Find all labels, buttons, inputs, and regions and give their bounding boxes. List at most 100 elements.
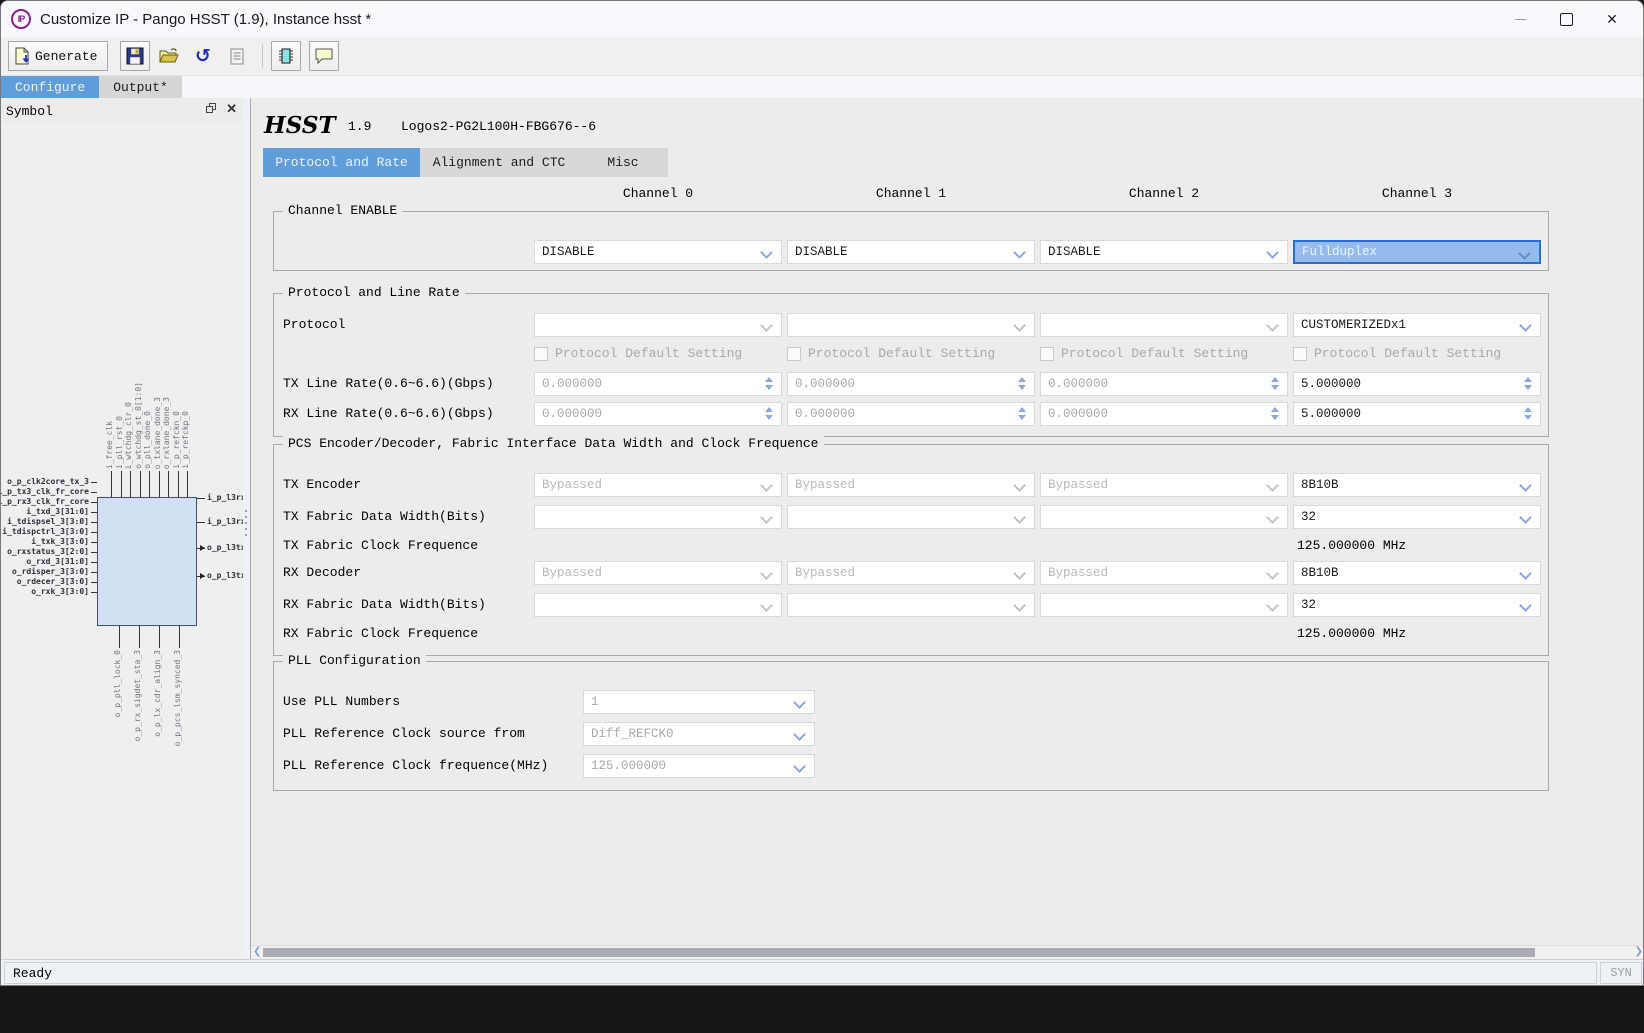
spinner-arrows-icon[interactable] [1018,407,1026,420]
tab-configure[interactable]: Configure [1,76,99,99]
pin-label: o_p_rx_sigdet_sta_3 [133,650,142,742]
spinner-arrows-icon[interactable] [1524,377,1532,390]
pll-numbers-select[interactable]: 1 [583,690,815,714]
group-title: Protocol and Line Rate [283,285,465,300]
checkbox-box [1293,347,1307,361]
rx-width-select-ch2[interactable] [1040,593,1288,617]
pin-stem [130,471,131,497]
scroll-right-icon[interactable]: ❯ [1635,946,1643,957]
checkbox-label: Protocol Default Setting [1314,346,1501,361]
rx-width-select-ch0[interactable] [534,593,782,617]
value: 0.000000 [1048,407,1108,421]
pin-stem [179,626,180,648]
rx-width-select-ch1[interactable] [787,593,1035,617]
chevron-down-icon [1266,599,1279,612]
chevron-down-icon [1013,319,1026,332]
chevron-down-icon [760,479,773,492]
float-panel-icon[interactable] [206,103,218,115]
pin-stem [149,471,150,497]
chevron-down-icon [793,728,806,741]
maximize-button[interactable] [1543,1,1589,37]
channel1-header: Channel 1 [787,186,1035,201]
spinner-arrows-icon[interactable] [1524,407,1532,420]
tx-encoder-select-ch2[interactable]: Bypassed [1040,473,1288,497]
rx-decoder-select-ch2[interactable]: Bypassed [1040,561,1288,585]
pin-label: i_p_l3rxn [207,493,243,502]
scrollbar-thumb[interactable] [263,948,1535,957]
pll-source-select[interactable]: Diff_REFCK0 [583,722,815,746]
rx-width-select-ch3[interactable]: 32 [1293,593,1541,617]
spinner-arrows-icon[interactable] [1271,377,1279,390]
spinner-arrows-icon[interactable] [765,407,773,420]
tx-width-select-ch1[interactable] [787,505,1035,529]
rx-decoder-select-ch1[interactable]: Bypassed [787,561,1035,585]
comment-button[interactable] [309,41,339,71]
value: 5.000000 [1301,407,1361,421]
tx-line-rate-spin-ch1[interactable]: 0.000000 [787,372,1035,396]
chevron-down-icon [760,599,773,612]
tx-line-rate-label: TX Line Rate(0.6~6.6)(Gbps) [283,376,494,391]
tx-encoder-select-ch0[interactable]: Bypassed [534,473,782,497]
rx-line-rate-spin-ch1[interactable]: 0.000000 [787,402,1035,426]
pin-stem [91,552,97,553]
symbol-view-button[interactable] [271,41,301,71]
rx-line-rate-spin-ch2[interactable]: 0.000000 [1040,402,1288,426]
chevron-down-icon [760,567,773,580]
protocol-select-ch3[interactable]: CUSTOMERIZEDx1 [1293,313,1541,337]
tx-encoder-select-ch1[interactable]: Bypassed [787,473,1035,497]
tx-line-rate-spin-ch2[interactable]: 0.000000 [1040,372,1288,396]
tx-width-select-ch2[interactable] [1040,505,1288,529]
protocol-select-ch2[interactable] [1040,313,1288,337]
ip-name: HSST [264,112,336,139]
spinner-arrows-icon[interactable] [1271,407,1279,420]
tx-width-select-ch0[interactable] [534,505,782,529]
protocol-default-checkbox-ch2[interactable]: Protocol Default Setting [1040,346,1248,361]
pin-stem [159,626,160,648]
value: 1 [591,695,599,709]
close-panel-icon[interactable]: ✕ [226,103,237,115]
pin-label: o_rdisper_3[3:0] [12,567,89,576]
tx-line-rate-spin-ch0[interactable]: 0.000000 [534,372,782,396]
scroll-left-icon[interactable]: ❮ [253,946,261,957]
channel-enable-select-ch2[interactable]: DISABLE [1040,240,1288,264]
minimize-button[interactable] [1497,1,1543,37]
tx-width-select-ch3[interactable]: 32 [1293,505,1541,529]
pll-frequence-select[interactable]: 125.000000 [583,754,815,778]
generate-button[interactable]: Generate [8,41,108,71]
spinner-arrows-icon[interactable] [1018,377,1026,390]
report-button[interactable] [222,41,252,71]
rx-line-rate-spin-ch3[interactable]: 5.000000 [1293,402,1541,426]
spinner-arrows-icon[interactable] [765,377,773,390]
protocol-select-ch0[interactable] [534,313,782,337]
tx-encoder-select-ch3[interactable]: 8B10B [1293,473,1541,497]
tab-alignment-and-ctc[interactable]: Alignment and CTC [420,148,578,177]
channel2-header: Channel 2 [1040,186,1288,201]
tab-protocol-and-rate[interactable]: Protocol and Rate [263,148,420,177]
chevron-down-icon [1519,511,1532,524]
tab-output[interactable]: Output* [99,76,182,99]
channel-enable-select-ch0[interactable]: DISABLE [534,240,782,264]
value: 0.000000 [1048,377,1108,391]
close-button[interactable]: ✕ [1589,1,1635,37]
tab-misc[interactable]: Misc [578,148,668,177]
save-button[interactable] [120,41,150,71]
horizontal-scrollbar[interactable]: ❮ ❯ [251,945,1643,958]
channel-enable-select-ch1[interactable]: DISABLE [787,240,1035,264]
rx-decoder-select-ch3[interactable]: 8B10B [1293,561,1541,585]
channel-enable-select-ch3[interactable]: Fullduplex [1293,240,1541,264]
symbol-panel-header: Symbol ✕ [1,98,243,124]
protocol-default-checkbox-ch3[interactable]: Protocol Default Setting [1293,346,1501,361]
pin-arrow-icon [200,545,205,551]
rx-line-rate-spin-ch0[interactable]: 0.000000 [534,402,782,426]
protocol-select-ch1[interactable] [787,313,1035,337]
protocol-default-checkbox-ch1[interactable]: Protocol Default Setting [787,346,995,361]
pin-label: i_txd_3[31:0] [26,507,89,516]
tx-line-rate-spin-ch3[interactable]: 5.000000 [1293,372,1541,396]
ip-block [97,497,197,626]
open-button[interactable] [154,41,184,71]
undo-button[interactable]: ↻ [188,41,218,71]
undo-icon: ↻ [195,45,211,67]
panel-splitter[interactable] [243,98,250,959]
protocol-default-checkbox-ch0[interactable]: Protocol Default Setting [534,346,742,361]
rx-decoder-select-ch0[interactable]: Bypassed [534,561,782,585]
